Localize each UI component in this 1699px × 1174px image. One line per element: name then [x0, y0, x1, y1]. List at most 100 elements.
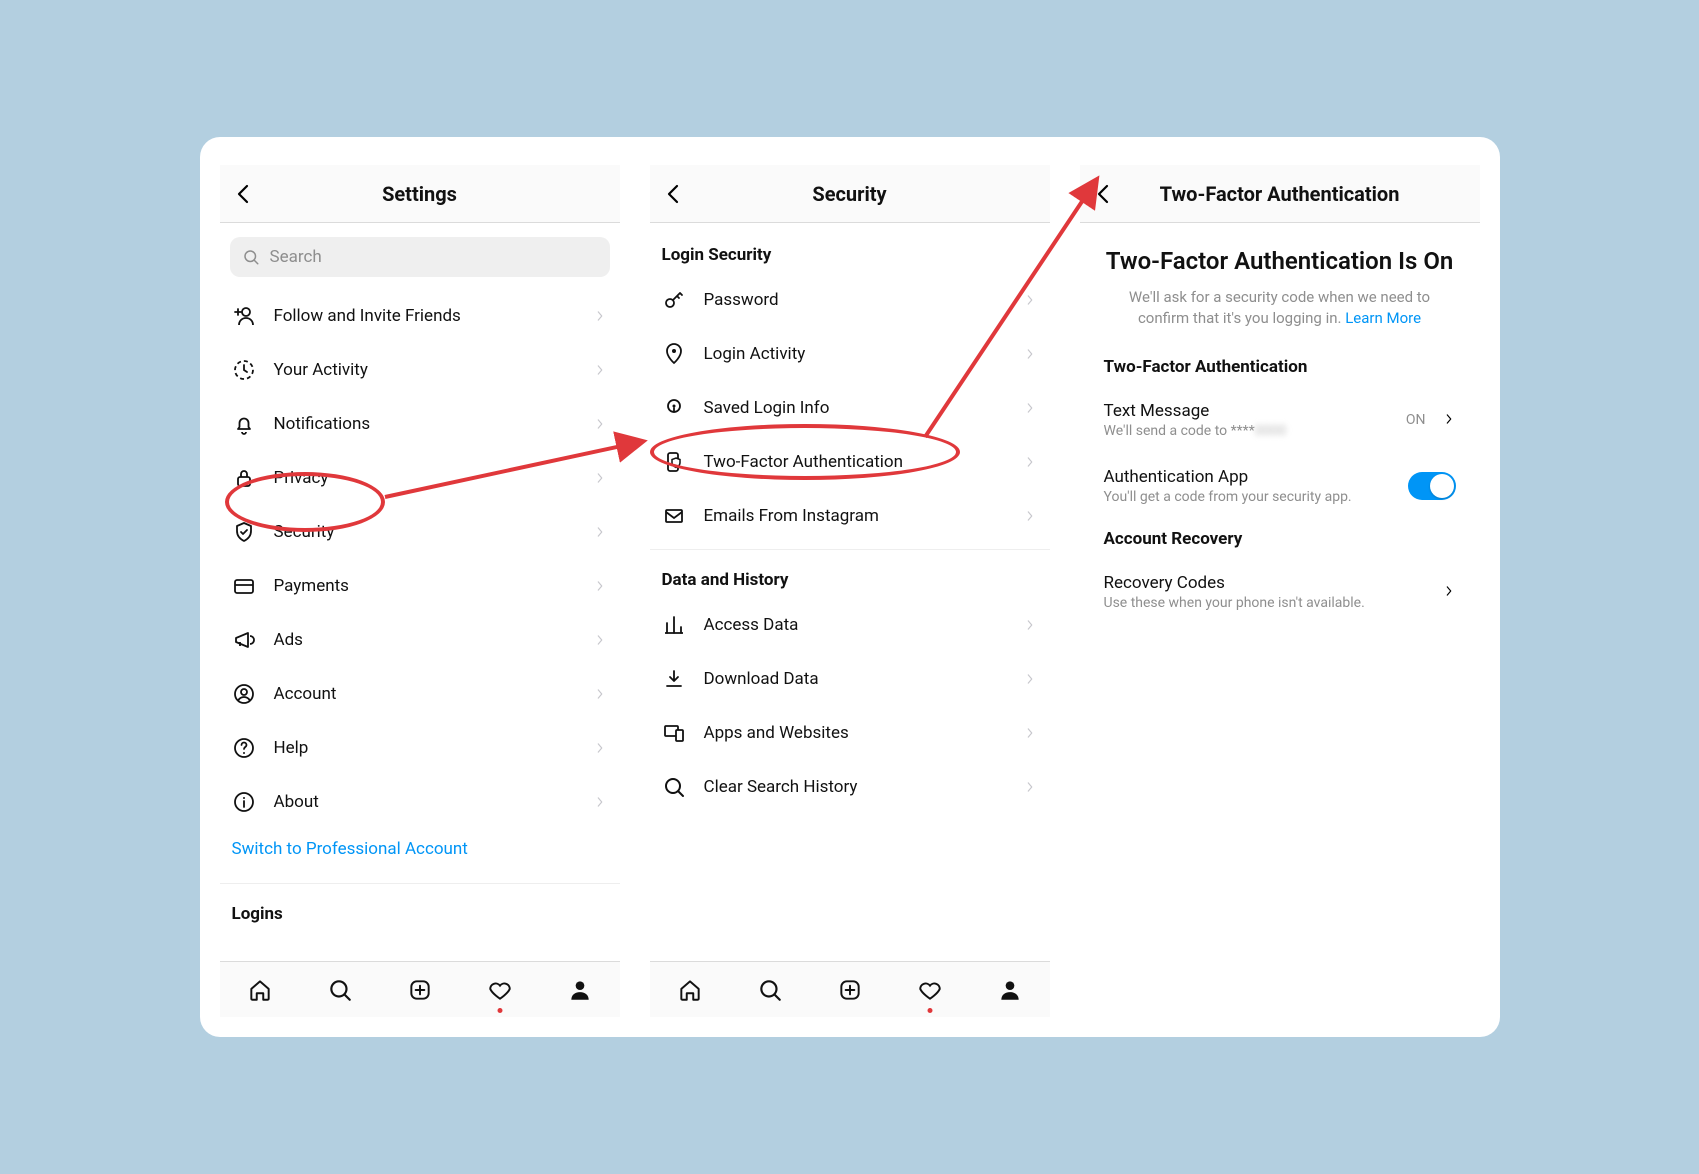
chevron-right-icon: [1022, 671, 1038, 687]
security-back-button[interactable]: [660, 180, 688, 208]
mail-icon: [660, 502, 688, 530]
location-pin-icon: [660, 340, 688, 368]
row-label: Access Data: [704, 615, 1006, 635]
help-circle-icon: [230, 734, 258, 762]
activity-dot: [497, 1008, 502, 1013]
tab-search[interactable]: [755, 975, 785, 1005]
heart-icon: [487, 977, 513, 1003]
auth-app-title: Authentication App: [1104, 467, 1396, 487]
2fa-body: Two-Factor Authentication Is On We'll as…: [1080, 223, 1480, 1017]
chevron-right-icon: [1022, 292, 1038, 308]
chevron-right-icon: [1022, 400, 1038, 416]
settings-panel: Settings Search Follow and Invite Friend…: [220, 165, 620, 1017]
security-item-access-data[interactable]: Access Data: [650, 598, 1050, 652]
security-item-2fa[interactable]: Two-Factor Authentication: [650, 435, 1050, 489]
row-label: Security: [274, 522, 576, 542]
settings-item-your-activity[interactable]: Your Activity: [220, 343, 620, 397]
chevron-right-icon: [592, 632, 608, 648]
settings-back-button[interactable]: [230, 180, 258, 208]
tab-home[interactable]: [245, 975, 275, 1005]
2fa-row-text-message[interactable]: Text Message We'll send a code to ****00…: [1104, 391, 1456, 457]
row-label: Password: [704, 290, 1006, 310]
auth-app-subtitle: You'll get a code from your security app…: [1104, 489, 1396, 505]
chevron-right-icon: [592, 578, 608, 594]
chevron-right-icon: [592, 794, 608, 810]
row-label: Notifications: [274, 414, 576, 434]
settings-item-follow-invite[interactable]: Follow and Invite Friends: [220, 289, 620, 343]
chevron-right-icon: [1442, 411, 1456, 430]
row-label: Emails From Instagram: [704, 506, 1006, 526]
2fa-row-recovery-codes[interactable]: Recovery Codes Use these when your phone…: [1104, 563, 1456, 629]
security-panel: Security Login Security Password Login A…: [650, 165, 1050, 1017]
row-label: Payments: [274, 576, 576, 596]
bar-chart-icon: [660, 611, 688, 639]
chevron-right-icon: [592, 416, 608, 432]
settings-item-about[interactable]: About: [220, 775, 620, 829]
settings-search-input[interactable]: Search: [230, 237, 610, 277]
2fa-row-auth-app[interactable]: Authentication App You'll get a code fro…: [1104, 457, 1456, 523]
security-item-download-data[interactable]: Download Data: [650, 652, 1050, 706]
security-header: Security: [650, 165, 1050, 223]
tab-profile[interactable]: [995, 975, 1025, 1005]
security-item-apps-websites[interactable]: Apps and Websites: [650, 706, 1050, 760]
row-label: Follow and Invite Friends: [274, 306, 576, 326]
chevron-right-icon: [1022, 508, 1038, 524]
security-title: Security: [650, 182, 1050, 206]
text-message-title: Text Message: [1104, 401, 1394, 421]
security-item-emails[interactable]: Emails From Instagram: [650, 489, 1050, 543]
row-label: Apps and Websites: [704, 723, 1006, 743]
tab-add-post[interactable]: [405, 975, 435, 1005]
row-label: Ads: [274, 630, 576, 650]
settings-body: Search Follow and Invite Friends Your Ac…: [220, 223, 620, 961]
activity-dot: [927, 1008, 932, 1013]
row-label: Help: [274, 738, 576, 758]
section-login-security: Login Security: [650, 231, 1050, 273]
chevron-right-icon: [592, 524, 608, 540]
auth-app-toggle[interactable]: [1408, 472, 1456, 500]
profile-filled-icon: [567, 977, 593, 1003]
settings-item-account[interactable]: Account: [220, 667, 620, 721]
tab-search[interactable]: [325, 975, 355, 1005]
search-icon: [660, 773, 688, 801]
settings-item-notifications[interactable]: Notifications: [220, 397, 620, 451]
2fa-heading: Two-Factor Authentication Is On: [1104, 247, 1456, 275]
chevron-right-icon: [1022, 346, 1038, 362]
bell-icon: [230, 410, 258, 438]
learn-more-link[interactable]: Learn More: [1345, 309, 1421, 327]
chevron-right-icon: [1022, 725, 1038, 741]
settings-item-privacy[interactable]: Privacy: [220, 451, 620, 505]
security-item-clear-search[interactable]: Clear Search History: [650, 760, 1050, 814]
security-item-login-activity[interactable]: Login Activity: [650, 327, 1050, 381]
chevron-right-icon: [592, 308, 608, 324]
settings-search-placeholder: Search: [270, 247, 322, 267]
settings-logins-section: Logins: [220, 890, 620, 932]
2fa-description: We'll ask for a security code when we ne…: [1104, 287, 1456, 329]
chevron-right-icon: [592, 740, 608, 756]
settings-item-payments[interactable]: Payments: [220, 559, 620, 613]
row-label: About: [274, 792, 576, 812]
row-label: Saved Login Info: [704, 398, 1006, 418]
recovery-codes-subtitle: Use these when your phone isn't availabl…: [1104, 595, 1430, 611]
tab-activity[interactable]: [915, 975, 945, 1005]
chevron-right-icon: [1022, 779, 1038, 795]
tab-activity[interactable]: [485, 975, 515, 1005]
section-data-history: Data and History: [650, 556, 1050, 598]
settings-item-help[interactable]: Help: [220, 721, 620, 775]
security-item-saved-login[interactable]: Saved Login Info: [650, 381, 1050, 435]
megaphone-icon: [230, 626, 258, 654]
tab-profile[interactable]: [565, 975, 595, 1005]
2fa-header: Two-Factor Authentication: [1080, 165, 1480, 223]
settings-item-security[interactable]: Security: [220, 505, 620, 559]
info-circle-icon: [230, 788, 258, 816]
text-message-state: ON: [1406, 412, 1426, 428]
tab-add-post[interactable]: [835, 975, 865, 1005]
switch-to-professional-link[interactable]: Switch to Professional Account: [220, 829, 620, 877]
add-post-icon: [837, 977, 863, 1003]
security-body: Login Security Password Login Activity S…: [650, 223, 1050, 961]
tab-home[interactable]: [675, 975, 705, 1005]
2fa-back-button[interactable]: [1090, 180, 1118, 208]
settings-item-ads[interactable]: Ads: [220, 613, 620, 667]
security-item-password[interactable]: Password: [650, 273, 1050, 327]
lock-icon: [230, 464, 258, 492]
shield-check-icon: [230, 518, 258, 546]
